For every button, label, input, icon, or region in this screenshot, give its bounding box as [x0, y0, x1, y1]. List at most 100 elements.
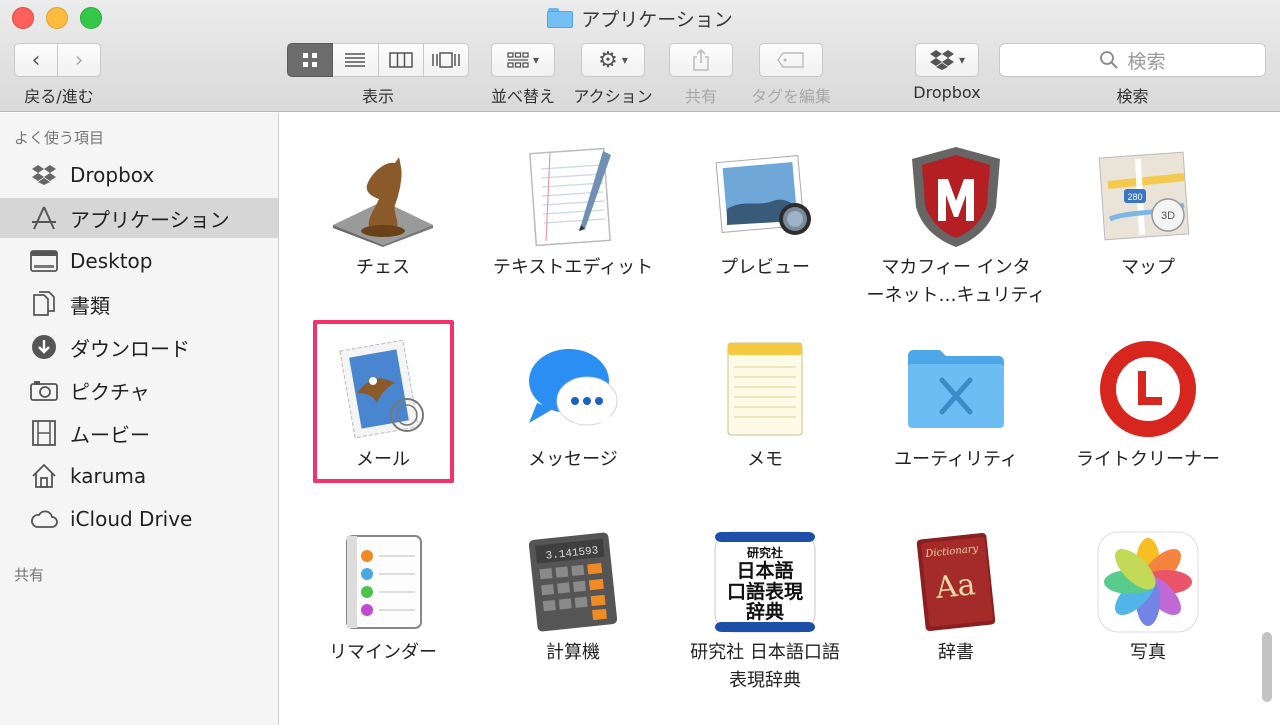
downloads-icon	[30, 333, 58, 361]
app-label: ユーティリティ	[894, 449, 1018, 470]
app-label: 計算機	[546, 642, 600, 663]
edit-tags-label: タグを編集	[750, 87, 831, 106]
desktop-icon	[30, 247, 58, 275]
list-view-button[interactable]	[333, 43, 379, 77]
app-item-mcafee[interactable]: マカフィー インタ ーネット…キュリティ	[861, 142, 1051, 310]
sidebar-item-movies[interactable]: ムービー	[0, 413, 278, 453]
svg-text:3D: 3D	[1161, 210, 1175, 222]
app-label: 写真	[1130, 642, 1166, 663]
search-icon	[1100, 51, 1119, 69]
sidebar-item-label: ピクチャ	[70, 379, 150, 404]
back-forward-control: ‹ ›	[14, 43, 101, 77]
app-item-utilities[interactable]: ユーティリティ	[861, 334, 1051, 474]
forward-button[interactable]: ›	[58, 43, 101, 77]
app-item-reminders[interactable]: リマインダー	[288, 527, 478, 667]
sidebar-item-label: ダウンロード	[70, 336, 190, 361]
svg-text:辞典: 辞典	[746, 600, 784, 623]
chevron-right-icon: ›	[74, 47, 84, 73]
sidebar-item-label: ムービー	[70, 422, 150, 447]
app-label: 研究社 日本語口語 表現辞典	[690, 642, 840, 691]
app-item-lightcleaner[interactable]: ライトクリーナー	[1053, 334, 1243, 474]
messages-icon	[518, 334, 628, 444]
svg-text:280: 280	[1127, 192, 1142, 202]
app-item-preview[interactable]: プレビュー	[670, 142, 860, 282]
vertical-scrollbar-thumb[interactable]	[1262, 632, 1272, 702]
chess-icon	[328, 142, 438, 252]
documents-icon	[30, 290, 58, 318]
sidebar-item-label: アプリケーション	[70, 207, 230, 232]
app-item-kenkyusha-dictionary[interactable]: 研究社 日本語 口語表現 辞典 研究社 日本語口語 表現辞典	[670, 527, 860, 695]
app-item-notes[interactable]: メモ	[670, 334, 860, 474]
utilities-folder-icon	[901, 334, 1011, 444]
lightcleaner-icon	[1093, 334, 1203, 444]
columns-icon	[388, 52, 413, 68]
reminders-icon	[328, 527, 438, 637]
chevron-down-icon: ▾	[621, 53, 628, 67]
sidebar-item-documents[interactable]: 書類	[0, 284, 278, 324]
search-field[interactable]: 検索	[999, 43, 1266, 77]
sidebar-item-applications[interactable]: アプリケーション	[0, 198, 278, 238]
edit-tags-button[interactable]	[759, 43, 823, 77]
search-label: 検索	[1116, 87, 1149, 106]
app-item-mail[interactable]: メール	[288, 334, 478, 474]
camera-icon	[30, 376, 58, 404]
icon-view-button[interactable]	[287, 43, 334, 77]
app-label: 辞書	[938, 642, 974, 663]
sidebar-item-pictures[interactable]: ピクチャ	[0, 370, 278, 410]
sidebar-item-label: Desktop	[70, 249, 153, 273]
titlebar: アプリケーション ‹ › 戻る/進む 表示 ▾ 並べ替え ⚙ ▾ アクション 共…	[0, 0, 1280, 112]
grid-icon	[303, 53, 318, 67]
app-item-calculator[interactable]: 3.141593 計算機	[478, 527, 668, 667]
sidebar-item-dropbox[interactable]: Dropbox	[0, 155, 278, 195]
app-label: チェス	[356, 257, 410, 278]
back-forward-label: 戻る/進む	[24, 87, 94, 106]
sidebar-item-home[interactable]: karuma	[0, 456, 278, 496]
arrange-icon	[507, 52, 529, 68]
column-view-button[interactable]	[378, 43, 424, 77]
cover-flow-button[interactable]	[423, 43, 469, 77]
cover-flow-icon	[432, 52, 460, 68]
app-item-textedit[interactable]: テキストエディット	[478, 142, 668, 282]
sidebar-item-label: karuma	[70, 464, 147, 488]
app-label: ライトクリーナー	[1076, 449, 1220, 470]
search-placeholder: 検索	[1127, 50, 1166, 73]
list-icon	[345, 53, 366, 67]
folder-icon	[547, 8, 574, 28]
app-item-chess[interactable]: チェス	[288, 142, 478, 282]
share-icon	[693, 49, 709, 71]
dropbox-toolbar-button[interactable]: ▾	[915, 43, 979, 77]
back-button[interactable]: ‹	[14, 43, 58, 77]
action-button[interactable]: ⚙ ▾	[581, 43, 645, 77]
sidebar-item-label: 書類	[70, 293, 110, 318]
view-label: 表示	[361, 87, 394, 106]
mcafee-shield-icon	[901, 142, 1011, 252]
app-item-dictionary[interactable]: Dictionary Aa 辞書	[861, 527, 1051, 667]
textedit-icon	[518, 142, 628, 252]
sidebar-item-icloud-drive[interactable]: iCloud Drive	[0, 499, 278, 539]
share-label: 共有	[684, 87, 717, 106]
sidebar-item-downloads[interactable]: ダウンロード	[0, 327, 278, 367]
sidebar: よく使う項目 Dropbox アプリケーション Desktop 書類 ダウンロー…	[0, 113, 279, 725]
sidebar-item-label: Dropbox	[70, 163, 155, 187]
window-title-text: アプリケーション	[581, 8, 733, 31]
preview-icon	[710, 142, 820, 252]
cloud-icon	[30, 505, 58, 533]
app-item-maps[interactable]: 280 3D マップ	[1053, 142, 1243, 282]
app-label: メモ	[747, 449, 783, 470]
arrange-label: 並べ替え	[490, 87, 555, 106]
app-item-messages[interactable]: メッセージ	[478, 334, 668, 474]
view-mode-control	[287, 43, 469, 77]
applications-icon	[30, 204, 58, 232]
sidebar-item-label: iCloud Drive	[70, 507, 193, 531]
share-button[interactable]	[669, 43, 733, 77]
chevron-down-icon: ▾	[958, 53, 966, 67]
app-item-photos[interactable]: 写真	[1053, 527, 1243, 667]
app-label: テキストエディット	[492, 257, 654, 278]
kenkyusha-dictionary-icon: 研究社 日本語 口語表現 辞典	[710, 527, 820, 637]
dictionary-book-icon: Dictionary Aa	[901, 527, 1011, 637]
action-label: アクション	[573, 87, 653, 106]
notes-icon	[710, 334, 820, 444]
arrange-button[interactable]: ▾	[491, 43, 555, 77]
sidebar-item-desktop[interactable]: Desktop	[0, 241, 278, 281]
shared-heading: 共有	[14, 566, 45, 584]
